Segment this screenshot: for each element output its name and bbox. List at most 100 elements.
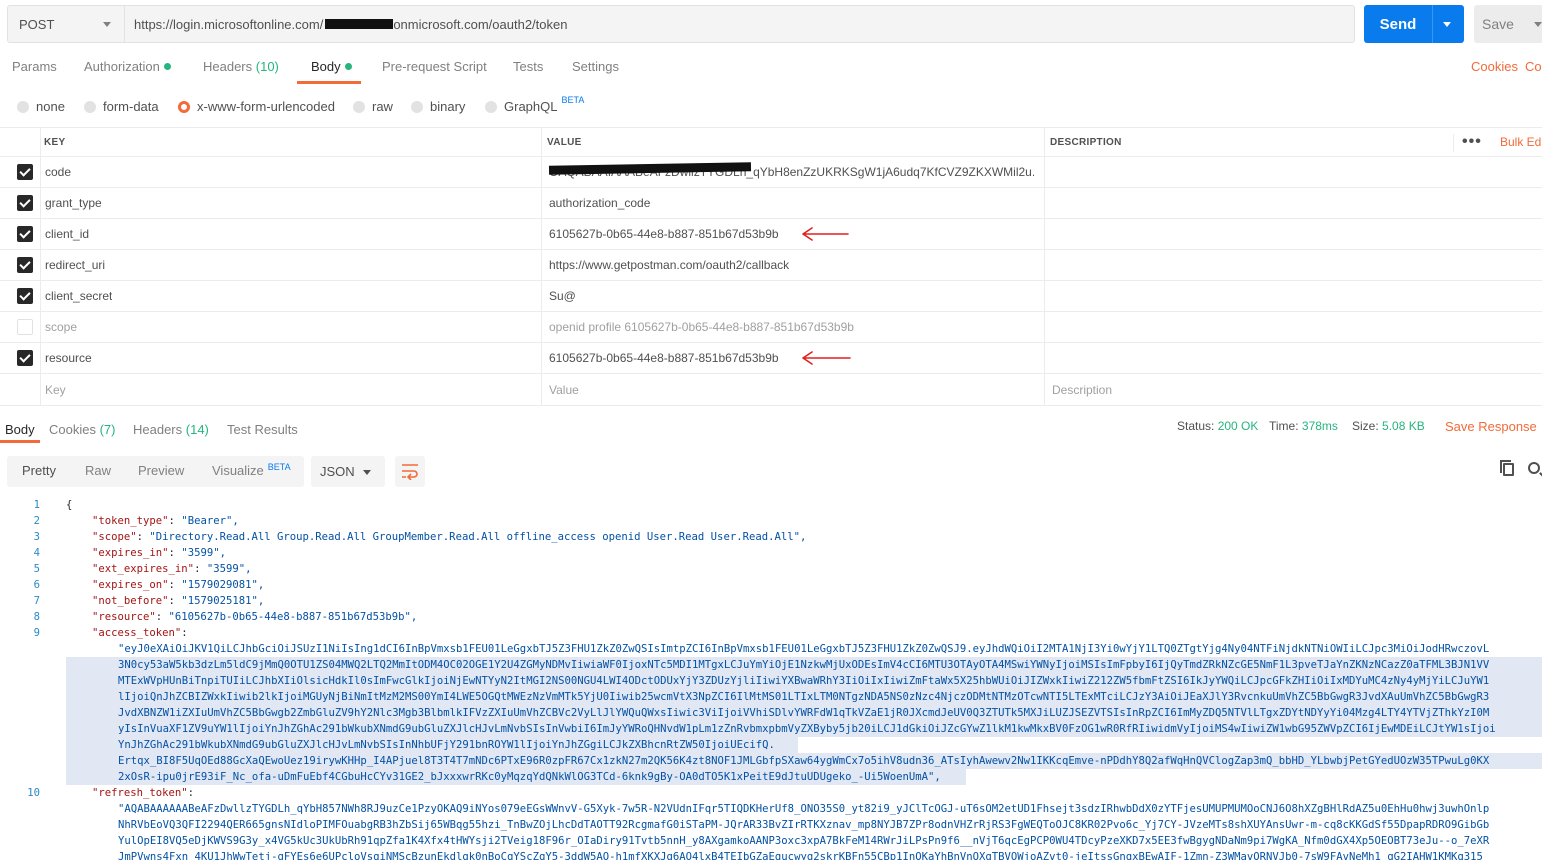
view-raw-button[interactable]: Raw: [85, 463, 111, 478]
view-pretty-button[interactable]: Pretty: [22, 463, 56, 478]
param-key[interactable]: scope: [45, 312, 77, 342]
save-button[interactable]: Save: [1474, 5, 1542, 43]
save-options-chevron-icon[interactable]: [1534, 22, 1542, 27]
json-key: "access_token": [92, 627, 182, 639]
json-line: "token_type": "Bearer",: [92, 515, 239, 527]
save-response-button[interactable]: Save Response: [1445, 419, 1542, 434]
tab-params[interactable]: Params: [12, 59, 57, 74]
time-label: Time:: [1269, 419, 1299, 433]
beta-badge: BETA: [267, 462, 291, 472]
size-label: Size:: [1352, 419, 1379, 433]
row-checkbox[interactable]: [17, 288, 33, 304]
beta-badge: BETA: [561, 94, 585, 105]
url-input[interactable]: https://login.microsoftonline.com/onmicr…: [124, 5, 1355, 43]
response-tab-body[interactable]: Body: [5, 422, 35, 437]
radio-form-data[interactable]: form-data: [84, 99, 159, 114]
response-tab-cookies-count: (7): [99, 422, 116, 437]
radio-binary[interactable]: binary: [411, 99, 465, 114]
radio-none[interactable]: none: [17, 99, 65, 114]
size-value: 5.08 KB: [1382, 419, 1425, 433]
param-value[interactable]: openid profile 6105627b-0b65-44e8-b887-8…: [549, 312, 854, 342]
table-row: scope openid profile 6105627b-0b65-44e8-…: [0, 312, 1542, 343]
json-line: "expires_in": "3599",: [92, 547, 226, 559]
response-body-code[interactable]: 1 2 3 4 5 6 7 8 9 10 { "token_type": "Be…: [0, 497, 1542, 860]
new-value-input[interactable]: Value: [549, 374, 579, 405]
send-options-chevron-icon[interactable]: [1443, 22, 1451, 27]
param-value[interactable]: https://www.getpostman.com/oauth2/callba…: [549, 250, 789, 280]
radio-graphql[interactable]: GraphQL BETA: [485, 95, 584, 114]
wrap-lines-button[interactable]: [395, 456, 425, 487]
response-tab-test-results[interactable]: Test Results: [227, 422, 298, 437]
tab-headers[interactable]: Headers (10): [203, 59, 279, 74]
param-value[interactable]: 6105627b-0b65-44e8-b887-851b67d53b9b: [549, 343, 779, 373]
new-description-input[interactable]: Description: [1052, 374, 1112, 405]
send-button[interactable]: Send: [1364, 5, 1464, 43]
row-checkbox[interactable]: [17, 257, 33, 273]
row-checkbox[interactable]: [17, 164, 33, 180]
tab-body[interactable]: Body: [311, 59, 352, 74]
refresh-token-line: JmPVwns4Fxn_4KU1JhWwTetj-gFYEs6e6UPcloVs…: [118, 851, 1483, 860]
code-link[interactable]: Co: [1525, 59, 1542, 74]
view-visualize-button[interactable]: Visualize BETA: [212, 462, 291, 478]
tab-prerequest-script[interactable]: Pre-request Script: [382, 59, 487, 74]
response-tabs: Body Cookies (7) Headers (14) Test Resul…: [0, 414, 1542, 444]
access-token-line: 3N0cy53aW5kb3dzLm5ldC9jMmQ0OTU1ZS04MWQ2L…: [118, 659, 1490, 671]
row-checkbox[interactable]: [17, 195, 33, 211]
param-value[interactable]: 6105627b-0b65-44e8-b887-851b67d53b9b: [549, 219, 779, 249]
json-line: "refresh_token":: [92, 787, 195, 799]
access-token-line: yIsInVuaXF1ZV9uYW1lIjoiYnJhZGhAc291bWkub…: [118, 723, 1496, 735]
column-header-key: KEY: [44, 136, 66, 148]
radio-circle-icon: [485, 100, 497, 113]
response-tab-headers[interactable]: Headers (14): [133, 422, 209, 437]
param-key[interactable]: code: [45, 157, 71, 187]
tab-tests[interactable]: Tests: [513, 59, 543, 74]
row-checkbox[interactable]: [17, 319, 33, 335]
table-row: client_id 6105627b-0b65-44e8-b887-851b67…: [0, 219, 1542, 250]
radio-form-data-label: form-data: [103, 99, 159, 114]
format-select[interactable]: JSON: [311, 456, 385, 487]
response-tab-cookies-label: Cookies: [49, 422, 96, 437]
header-separator: [1453, 134, 1454, 152]
json-key: "expires_on": [92, 579, 169, 591]
param-key[interactable]: grant_type: [45, 188, 102, 218]
tab-authorization[interactable]: Authorization: [84, 59, 171, 74]
url-suffix: onmicrosoft.com/oauth2/token: [393, 16, 568, 32]
table-row: redirect_uri https://www.getpostman.com/…: [0, 250, 1542, 281]
param-value[interactable]: authorization_code: [549, 188, 650, 218]
view-preview-button[interactable]: Preview: [138, 463, 184, 478]
chevron-down-icon: [363, 470, 371, 475]
access-token-line: "eyJ0eXAiOiJKV1QiLCJhbGciOiJSUzI1NiIsIng…: [118, 643, 1490, 655]
search-icon[interactable]: [1528, 462, 1540, 474]
tab-settings[interactable]: Settings: [572, 59, 619, 74]
more-options-icon[interactable]: •••: [1462, 128, 1482, 156]
method-select[interactable]: POST: [7, 5, 124, 43]
row-checkbox[interactable]: [17, 350, 33, 366]
json-key: "expires_in": [92, 547, 169, 559]
param-key[interactable]: resource: [45, 343, 92, 373]
param-key[interactable]: redirect_uri: [45, 250, 105, 280]
table-row: client_secret Su@: [0, 281, 1542, 312]
param-value[interactable]: Su@: [549, 281, 589, 311]
line-number: 8: [33, 611, 40, 623]
response-size: Size: 5.08 KB: [1352, 419, 1425, 433]
send-divider: [1432, 5, 1433, 43]
row-checkbox[interactable]: [17, 226, 33, 242]
param-key[interactable]: client_secret: [45, 281, 112, 311]
body-type-radios: none form-data x-www-form-urlencoded raw…: [0, 92, 1542, 122]
copy-icon[interactable]: [1500, 460, 1514, 476]
cookies-link[interactable]: Cookies: [1471, 59, 1518, 74]
format-label: JSON: [320, 464, 355, 479]
new-key-input[interactable]: Key: [45, 374, 66, 405]
red-arrow-annotation-icon: [802, 227, 849, 241]
json-key: "scope": [92, 531, 137, 543]
response-tab-cookies[interactable]: Cookies (7): [49, 422, 115, 437]
active-tab-underline: [297, 81, 361, 84]
request-tabs: Params Authorization Headers (10) Body P…: [0, 50, 1542, 85]
radio-raw[interactable]: raw: [353, 99, 393, 114]
json-value: "Directory.Read.All Group.Read.All Group…: [149, 531, 807, 543]
param-key[interactable]: client_id: [45, 219, 89, 249]
access-token-line: YnJhZGhAc291bWkubXNmdG9ubGluZXJlcHJvLmNv…: [118, 739, 775, 751]
line-number: 9: [33, 627, 40, 639]
radio-urlencoded[interactable]: x-www-form-urlencoded: [178, 99, 335, 114]
bulk-edit-link[interactable]: Bulk Ed: [1500, 128, 1541, 156]
